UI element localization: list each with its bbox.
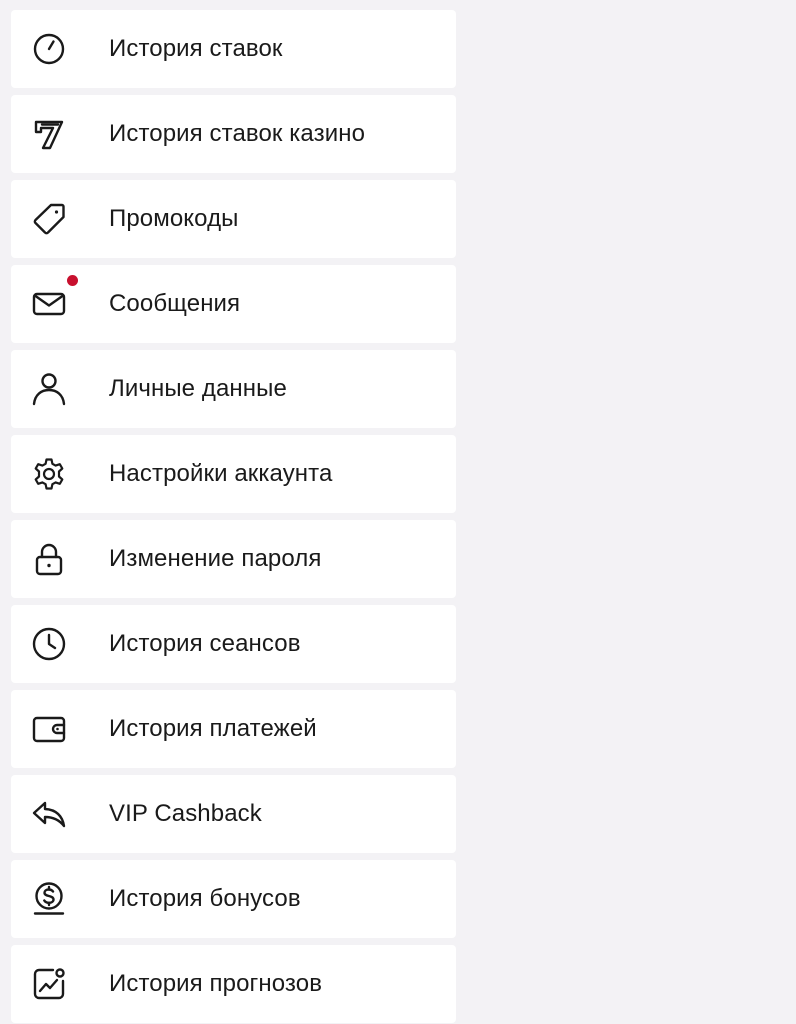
- account-menu: История ставок История ставок казино Про…: [11, 10, 456, 1023]
- menu-item-label: История платежей: [109, 715, 317, 742]
- stopwatch-icon: [31, 31, 67, 67]
- menu-item-bet-history[interactable]: История ставок: [11, 10, 456, 88]
- menu-item-promocodes[interactable]: Промокоды: [11, 180, 456, 258]
- menu-item-personal-data[interactable]: Личные данные: [11, 350, 456, 428]
- menu-item-label: История прогнозов: [109, 970, 323, 997]
- menu-item-label: Промокоды: [109, 205, 239, 232]
- menu-item-label: Личные данные: [109, 375, 287, 402]
- menu-item-label: История ставок: [109, 35, 283, 62]
- menu-item-account-settings[interactable]: Настройки аккаунта: [11, 435, 456, 513]
- menu-item-label: История ставок казино: [109, 120, 366, 147]
- menu-item-messages[interactable]: Сообщения: [11, 265, 456, 343]
- menu-item-casino-bet-history[interactable]: История ставок казино: [11, 95, 456, 173]
- menu-item-bonus-history[interactable]: История бонусов: [11, 860, 456, 938]
- wallet-icon: [31, 711, 67, 747]
- trend-chart-icon: [31, 966, 67, 1002]
- menu-item-label: VIP Cashback: [109, 800, 262, 827]
- menu-item-payment-history[interactable]: История платежей: [11, 690, 456, 768]
- menu-item-label: Настройки аккаунта: [109, 460, 333, 487]
- clock-icon: [31, 626, 67, 662]
- menu-item-prediction-history[interactable]: История прогнозов: [11, 945, 456, 1023]
- menu-item-vip-cashback[interactable]: VIP Cashback: [11, 775, 456, 853]
- slot-seven-icon: [31, 116, 67, 152]
- user-icon: [31, 371, 67, 407]
- lock-icon: [31, 541, 67, 577]
- gear-icon: [31, 456, 67, 492]
- unread-badge: [67, 275, 78, 286]
- menu-item-label: Сообщения: [109, 290, 241, 317]
- envelope-icon: [31, 286, 67, 322]
- menu-item-label: История сеансов: [109, 630, 301, 657]
- dollar-coin-icon: [31, 881, 67, 917]
- menu-item-label: История бонусов: [109, 885, 301, 912]
- menu-item-change-password[interactable]: Изменение пароля: [11, 520, 456, 598]
- menu-item-session-history[interactable]: История сеансов: [11, 605, 456, 683]
- tag-icon: [31, 201, 67, 237]
- reply-arrow-icon: [31, 796, 67, 832]
- menu-item-label: Изменение пароля: [109, 545, 322, 572]
